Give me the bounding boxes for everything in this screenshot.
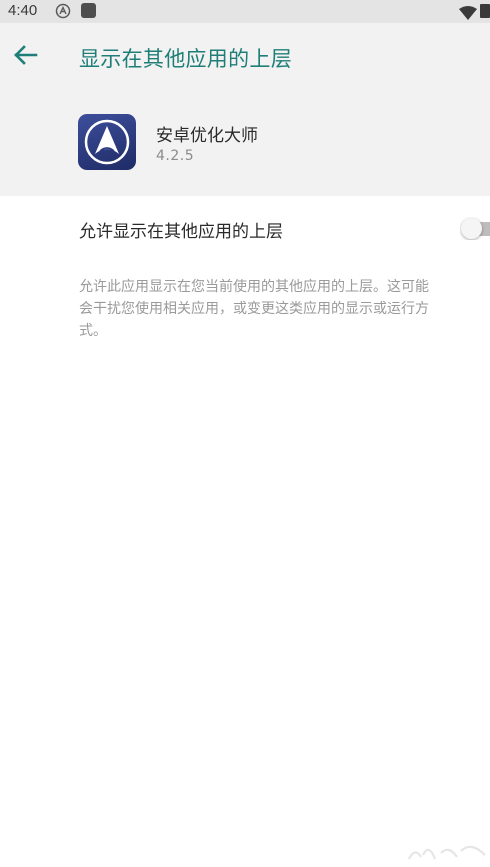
app-notification-icon	[81, 3, 96, 18]
status-bar: 4:40	[0, 0, 490, 23]
allow-overlay-label[interactable]: 允许显示在其他应用的上层	[79, 217, 283, 242]
toggle-thumb	[461, 218, 482, 239]
allow-overlay-toggle[interactable]	[460, 217, 490, 240]
wifi-icon	[459, 5, 477, 24]
app-logo-icon	[84, 119, 130, 165]
page-title: 显示在其他应用的上层	[79, 47, 292, 71]
watermark-logo	[405, 835, 490, 863]
back-button[interactable]	[10, 39, 42, 71]
app-header-section: 显示在其他应用的上层 安卓优化大师 4.2.5	[0, 23, 490, 196]
battery-icon	[480, 4, 490, 18]
app-version: 4.2.5	[156, 148, 195, 164]
android-auto-icon	[55, 3, 71, 23]
description-line: 式。	[79, 323, 107, 339]
app-icon	[78, 114, 136, 170]
arrow-left-icon	[14, 45, 38, 65]
app-name: 安卓优化大师	[156, 126, 258, 146]
description-line: 会干扰您使用相关应用，或变更这类应用的显示或运行方	[79, 301, 429, 317]
setting-description: 允许此应用显示在您当前使用的其他应用的上层。这可能 会干扰您使用相关应用，或变更…	[79, 276, 490, 342]
status-time: 4:40	[8, 2, 38, 19]
description-line: 允许此应用显示在您当前使用的其他应用的上层。这可能	[79, 279, 429, 295]
